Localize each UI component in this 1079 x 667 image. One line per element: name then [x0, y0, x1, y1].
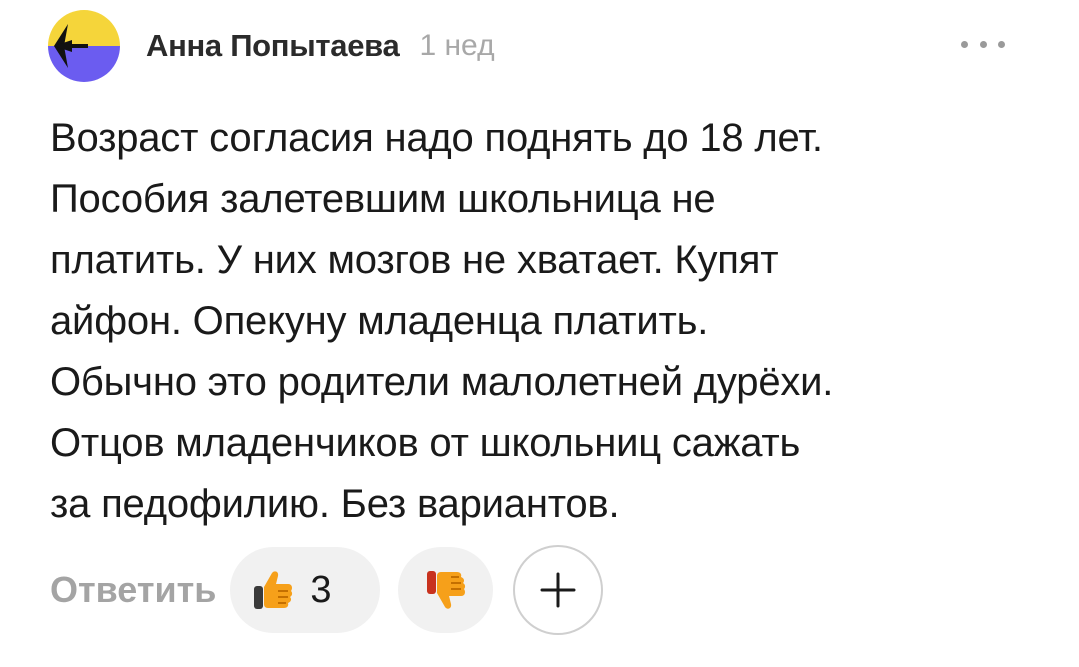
dot [998, 40, 1005, 48]
thumbs-up-icon [254, 571, 293, 609]
add-reaction-button[interactable] [513, 545, 604, 635]
like-count: 3 [310, 568, 332, 611]
comment-text: Возраст согласия надо поднять до 18 лет.… [50, 108, 1050, 535]
dislike-button[interactable] [398, 547, 494, 633]
author-name[interactable]: Анна Попытаева [146, 28, 400, 64]
comment-text-line: Возраст согласия надо поднять до 18 лет. [50, 116, 823, 160]
comment-text-line: за педофилию. Без вариантов. [50, 482, 620, 526]
comment-time: 1 нед [419, 29, 495, 62]
plus-icon [540, 572, 576, 608]
avatar-yellow-blue-icon [48, 10, 120, 82]
comment-text-line: Отцов младенчиков от школьниц сажать [50, 421, 801, 465]
like-button[interactable]: 3 [230, 547, 381, 633]
comment-actions: Ответить 3 [50, 545, 604, 635]
avatar[interactable] [48, 10, 120, 82]
dot [979, 40, 987, 48]
comment-text-line: платить. У них мозгов не хватает. Купят [50, 238, 779, 282]
comment-header: Анна Попытаева 1 нед [48, 10, 495, 82]
thumbs-down-icon [426, 571, 465, 609]
comment-text-line: Пособия залетевшим школьница не [50, 177, 716, 221]
dot [961, 40, 968, 48]
reply-button[interactable]: Ответить [50, 569, 216, 611]
comment-card: Анна Попытаева 1 нед Возраст согласия на… [0, 0, 1079, 667]
comment-text-line: айфон. Опекуну младенца платить. [50, 299, 709, 343]
comment-text-line: Обычно это родители малолетней дурёхи. [50, 360, 834, 404]
more-dots-icon[interactable] [961, 36, 1005, 52]
